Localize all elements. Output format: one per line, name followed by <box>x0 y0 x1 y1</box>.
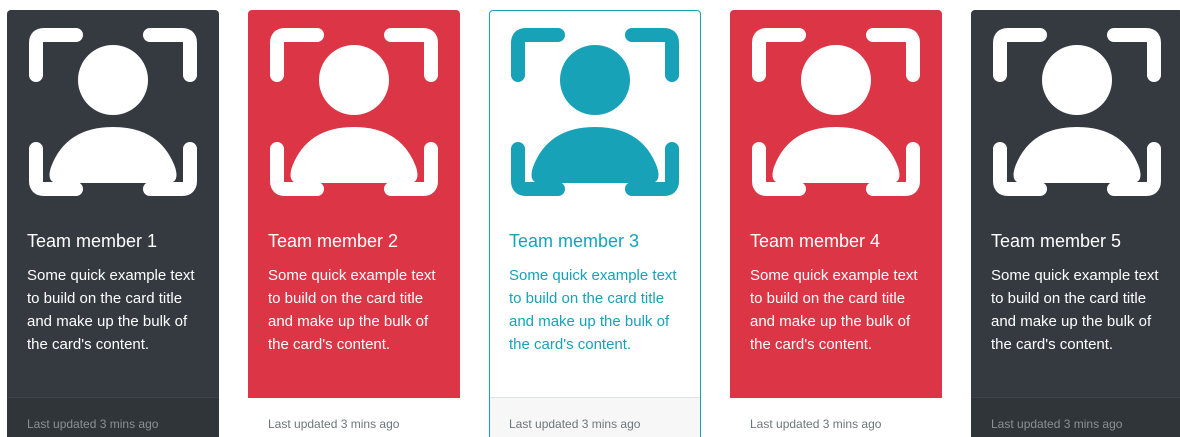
card-title: Team member 1 <box>27 231 158 251</box>
card-title: Team member 4 <box>750 231 881 251</box>
team-card-2: Team member 2 Some quick example text to… <box>248 10 460 437</box>
user-focus-icon <box>29 28 197 196</box>
team-card-1: Team member 1 Some quick example text to… <box>7 10 219 437</box>
card-footer: Last updated 3 mins ago <box>490 397 700 437</box>
card-text: Some quick example text to build on the … <box>268 267 436 353</box>
card-text: Some quick example text to build on the … <box>509 267 677 353</box>
team-card-4: Team member 4 Some quick example text to… <box>730 10 942 437</box>
user-focus-icon <box>993 28 1161 196</box>
team-card-5: Team member 5 Some quick example text to… <box>971 10 1180 437</box>
card-title: Team member 2 <box>268 231 399 251</box>
card-title: Team member 5 <box>991 231 1122 251</box>
user-focus-icon <box>752 28 920 196</box>
card-text: Some quick example text to build on the … <box>750 267 918 353</box>
card-footer: Last updated 3 mins ago <box>7 397 219 437</box>
team-cards: Team member 1 Some quick example text to… <box>0 0 1180 437</box>
card-footer: Last updated 3 mins ago <box>971 397 1180 437</box>
card-title: Team member 3 <box>509 231 640 251</box>
user-focus-icon <box>511 28 679 196</box>
card-footer: Last updated 3 mins ago <box>730 397 942 437</box>
user-focus-icon <box>270 28 438 196</box>
card-text: Some quick example text to build on the … <box>991 267 1159 353</box>
team-card-3: Team member 3 Some quick example text to… <box>489 10 701 437</box>
card-footer: Last updated 3 mins ago <box>248 397 460 437</box>
card-text: Some quick example text to build on the … <box>27 267 195 353</box>
